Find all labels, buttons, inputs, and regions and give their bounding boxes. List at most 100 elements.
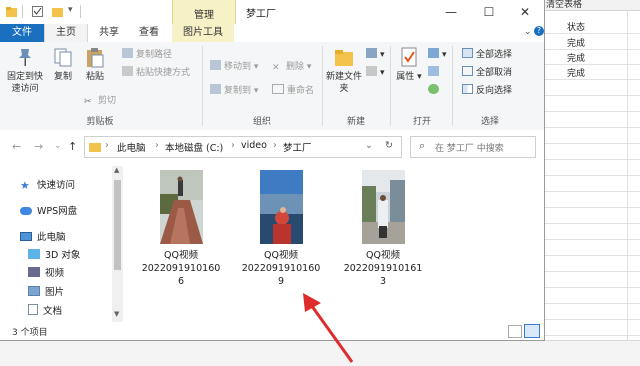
easy-access-button[interactable]: ▾ <box>366 66 385 80</box>
sheet-cell[interactable]: 完成 <box>540 49 640 65</box>
invert-selection-label: 反向选择 <box>476 86 513 96</box>
navigation-pane: ★ 快速访问 WPS网盘 此电脑 3D 对象 视频 图片 文档 <box>0 164 112 322</box>
clipboard-group-label: 剪贴板 <box>86 117 114 127</box>
tab-file[interactable]: 文件 <box>0 24 44 42</box>
context-tab-manage[interactable]: 管理 <box>172 0 236 24</box>
properties-button[interactable]: 属性 ▾ <box>394 46 424 83</box>
tab-share[interactable]: 共享 <box>88 24 130 42</box>
nav-videos[interactable]: 视频 <box>28 266 64 282</box>
file-item[interactable]: QQ视频 2022091910160 6 <box>136 170 226 288</box>
tab-view[interactable]: 查看 <box>128 24 170 42</box>
title-bar[interactable]: ▾ 管理 梦工厂 — ☐ ✕ <box>0 0 544 24</box>
sheet-cell-text: 状态 <box>567 23 586 33</box>
file-list: QQ视频 2022091910160 6 QQ视频 2022091910160 … <box>124 164 544 322</box>
sheet-cell[interactable]: 状态 <box>540 18 640 34</box>
open-group-label: 打开 <box>412 117 431 127</box>
address-dropdown-icon[interactable]: ⌄ <box>365 140 373 151</box>
minimize-button[interactable]: — <box>434 0 468 24</box>
video-thumbnail <box>259 170 303 244</box>
search-box[interactable]: ⌕ 在 梦工厂 中搜索 <box>410 136 536 158</box>
ribbon-expand-icon[interactable]: ⌄ <box>524 27 532 37</box>
large-icons-view-icon[interactable] <box>524 324 540 338</box>
open-button[interactable]: ▾ <box>428 48 447 62</box>
invert-selection-button[interactable]: 反向选择 <box>462 84 512 98</box>
scroll-down-icon[interactable]: ▼ <box>114 310 119 318</box>
breadcrumb-this-pc[interactable]: 此电脑 <box>117 140 146 154</box>
select-none-button[interactable]: 全部取消 <box>462 66 512 80</box>
file-item[interactable]: QQ视频 2022091910160 9 <box>236 170 326 288</box>
properties-check-icon[interactable] <box>32 6 43 17</box>
history-button[interactable] <box>428 84 442 98</box>
breadcrumb-drive-c[interactable]: 本地磁盘 (C:) <box>165 140 223 154</box>
edit-button[interactable] <box>428 66 442 80</box>
video-icon <box>28 267 40 277</box>
invert-selection-icon <box>462 84 473 94</box>
nav-pictures-label: 图片 <box>45 287 65 298</box>
help-icon[interactable]: ? <box>534 26 544 36</box>
maximize-button[interactable]: ☐ <box>472 0 506 24</box>
new-group-label: 新建 <box>346 117 365 127</box>
scroll-thumb[interactable] <box>114 180 121 270</box>
breadcrumb-dreamworks[interactable]: 梦工厂 <box>283 140 312 154</box>
nav-this-pc[interactable]: 此电脑 <box>20 230 66 246</box>
video-thumbnail <box>159 170 203 244</box>
new-item-button[interactable]: ▾ <box>366 48 385 62</box>
rename-button[interactable]: 重命名 <box>272 84 314 98</box>
up-arrow-icon[interactable]: ↑ <box>68 140 77 153</box>
file-item[interactable]: QQ视频 2022091910161 3 <box>338 170 428 288</box>
sheet-cell[interactable]: 完成 <box>540 34 640 50</box>
nav-documents-label: 文档 <box>43 306 63 317</box>
scroll-up-icon[interactable]: ▲ <box>114 166 119 174</box>
address-bar[interactable]: › 此电脑 › 本地磁盘 (C:) › video › 梦工厂 ⌄ ↻ <box>84 136 402 158</box>
new-folder-button[interactable]: 新建文件夹 <box>326 46 362 95</box>
edit-icon <box>428 66 439 76</box>
pin-to-quick-access-button[interactable]: 固定到快速访问 <box>4 46 46 95</box>
tab-picture-tools[interactable]: 图片工具 <box>172 24 234 42</box>
copy-to-button[interactable]: 复制到 ▾ <box>210 84 258 98</box>
history-icon <box>428 84 439 94</box>
paste-button[interactable]: 粘贴 <box>80 46 110 83</box>
sheet-cell[interactable]: 完成 <box>540 64 640 80</box>
nav-quick-access-label: 快速访问 <box>37 180 76 191</box>
refresh-icon[interactable]: ↻ <box>385 140 393 151</box>
sheet-cell <box>540 272 640 288</box>
nav-documents[interactable]: 文档 <box>28 304 62 320</box>
nav-quick-access[interactable]: ★ 快速访问 <box>20 178 75 194</box>
copy-path-label: 复制路径 <box>136 50 173 60</box>
dropdown-arrow-icon[interactable]: ▾ <box>68 5 73 15</box>
back-arrow-icon[interactable]: ← <box>12 140 21 153</box>
nav-scrollbar[interactable]: ▲ ▼ <box>112 166 123 322</box>
nav-videos-label: 视频 <box>45 268 65 279</box>
forward-arrow-icon[interactable]: → <box>34 140 43 153</box>
nav-pictures[interactable]: 图片 <box>28 285 64 301</box>
cut-button[interactable]: ✂ 剪切 <box>84 94 116 108</box>
nav-3d-objects[interactable]: 3D 对象 <box>28 248 80 264</box>
search-placeholder: 在 梦工厂 中搜索 <box>435 144 504 154</box>
move-to-button[interactable]: 移动到 ▾ <box>210 60 258 74</box>
tab-home[interactable]: 主页 <box>44 24 88 42</box>
select-all-button[interactable]: 全部选择 <box>462 48 512 62</box>
new-item-icon <box>366 48 377 58</box>
rename-icon <box>272 84 284 94</box>
document-icon <box>28 304 38 315</box>
nav-wps-drive[interactable]: WPS网盘 <box>20 204 77 220</box>
select-all-label: 全部选择 <box>476 50 513 60</box>
move-to-icon <box>210 60 221 70</box>
breadcrumb-video[interactable]: video <box>241 140 267 151</box>
easy-access-icon <box>366 66 377 76</box>
details-view-icon[interactable] <box>508 325 522 338</box>
copy-button[interactable]: 复制 <box>50 46 76 83</box>
close-button[interactable]: ✕ <box>508 0 542 24</box>
group-separator <box>202 46 203 126</box>
paste-shortcut-button[interactable]: 粘贴快捷方式 <box>122 66 190 80</box>
organize-group-label: 组织 <box>252 117 271 127</box>
delete-button[interactable]: ✕ 删除 ▾ <box>272 60 311 74</box>
sheet-cell <box>540 112 640 128</box>
sheet-cell <box>540 160 640 176</box>
computer-icon <box>20 232 32 241</box>
new-folder-icon[interactable] <box>52 6 63 17</box>
delete-x-icon: ✕ <box>272 63 280 73</box>
copy-path-button[interactable]: 复制路径 <box>122 48 172 62</box>
recent-dropdown-icon[interactable]: ⌄ <box>54 141 62 151</box>
file-name: QQ视频 2022091910161 3 <box>338 249 428 288</box>
